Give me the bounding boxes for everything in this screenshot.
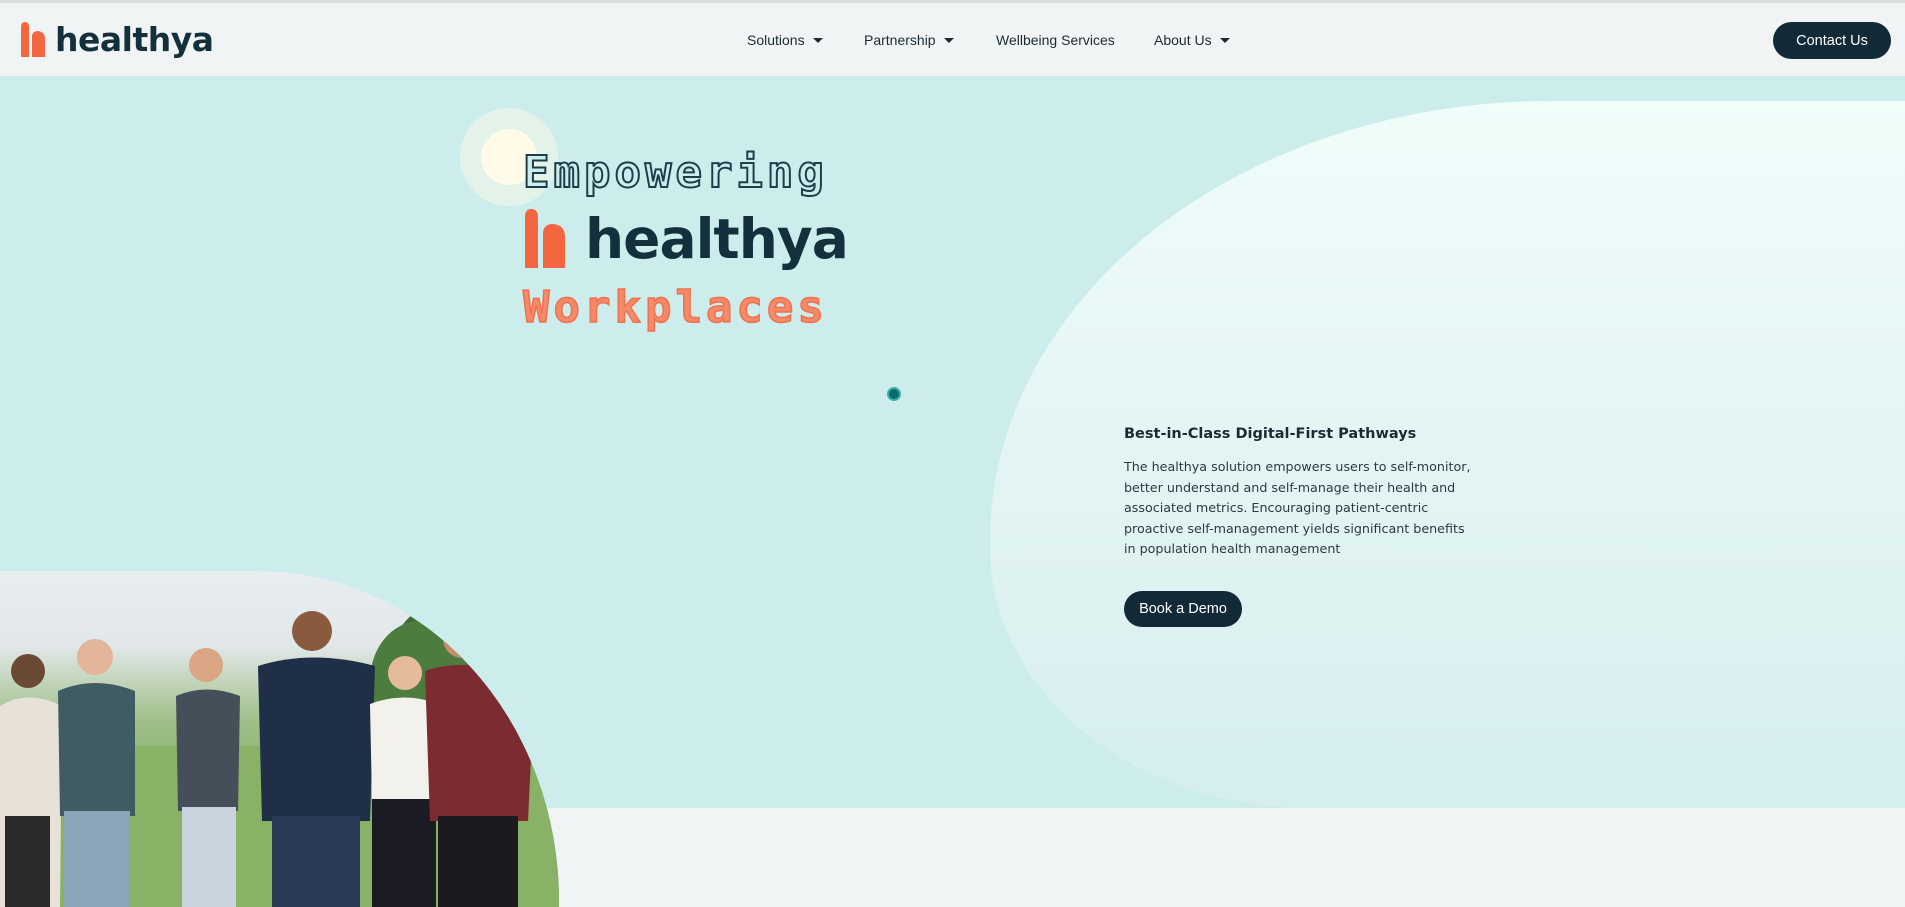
person-2 xyxy=(58,639,135,907)
healthya-logo[interactable]: healthya xyxy=(19,20,214,60)
chevron-down-icon xyxy=(1219,37,1230,43)
hero-healthya-logo: healthya xyxy=(523,207,849,271)
person-1 xyxy=(0,654,62,907)
nav-solutions[interactable]: Solutions xyxy=(747,28,823,52)
nav-about-us[interactable]: About Us xyxy=(1154,28,1230,52)
person-3 xyxy=(176,648,240,907)
hero-title-empowering: Empowering xyxy=(522,146,828,199)
healthya-logo-icon xyxy=(21,22,45,57)
chevron-down-icon xyxy=(943,37,954,43)
nav-solutions-label: Solutions xyxy=(747,32,805,48)
book-a-demo-button[interactable]: Book a Demo xyxy=(1124,591,1242,627)
hero-healthya-wordmark: healthya xyxy=(585,207,849,271)
hero-description: The healthya solution empowers users to … xyxy=(1124,459,1471,556)
hero-subheading: Best-in-Class Digital-First Pathways xyxy=(1124,426,1417,442)
nav-about-us-label: About Us xyxy=(1154,32,1212,48)
nav-wellbeing-services-label: Wellbeing Services xyxy=(996,32,1115,48)
nav-partnership-label: Partnership xyxy=(864,32,936,48)
hero-copy: Best-in-Class Digital-First Pathways The… xyxy=(1124,426,1476,560)
carousel-dot[interactable] xyxy=(887,387,901,401)
contact-us-button[interactable]: Contact Us xyxy=(1773,22,1891,59)
site-header: healthya Solutions Partnership Wellbeing… xyxy=(0,3,1905,76)
nav-wellbeing-services[interactable]: Wellbeing Services xyxy=(996,28,1115,52)
person-4 xyxy=(258,611,375,907)
healthya-wordmark: healthya xyxy=(55,20,214,59)
hero-title-workplaces: Workplaces xyxy=(522,281,828,334)
chevron-down-icon xyxy=(812,37,823,43)
healthya-logo-icon xyxy=(525,209,565,268)
nav-partnership[interactable]: Partnership xyxy=(864,28,954,52)
